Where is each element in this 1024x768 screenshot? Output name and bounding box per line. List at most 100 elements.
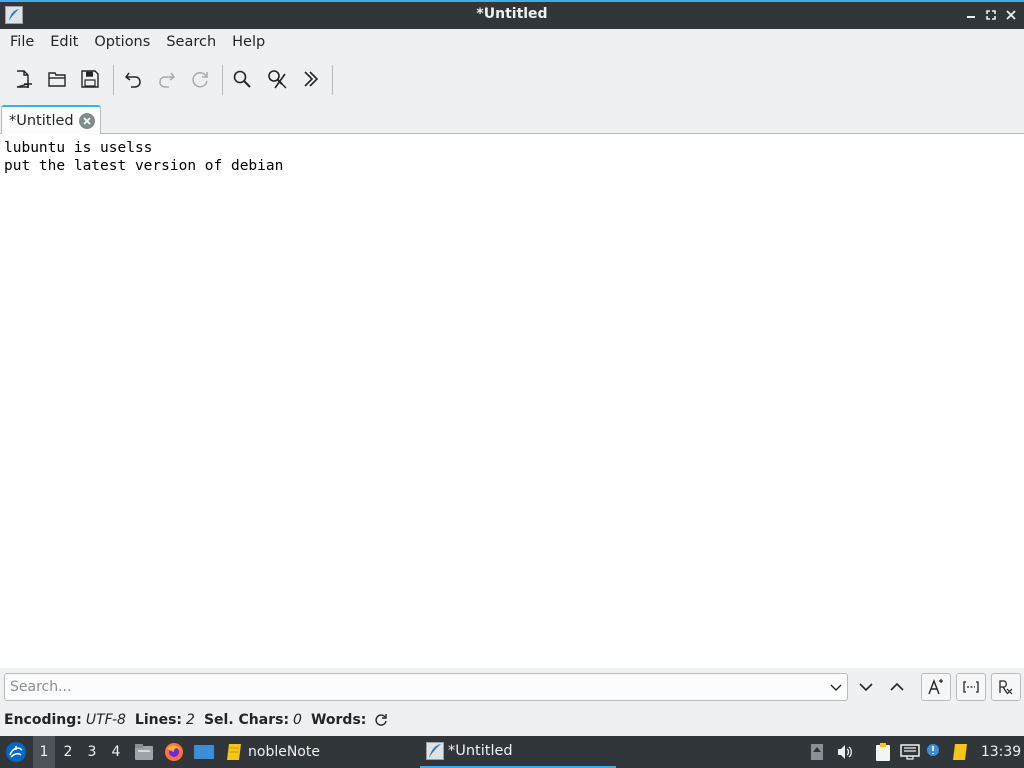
terminal-launcher[interactable]: [191, 736, 217, 768]
status-bar: Encoding: UTF-8 Lines: 2 Sel. Chars: 0 W…: [0, 707, 1024, 733]
taskbar-window-untitled[interactable]: *Untitled: [420, 736, 616, 768]
title-bar[interactable]: *Untitled: [0, 0, 1024, 29]
desktop-3-button[interactable]: 3: [81, 736, 103, 768]
lubuntu-logo-icon: [6, 742, 26, 762]
volume-button[interactable]: [834, 736, 856, 768]
maximize-button[interactable]: [983, 7, 999, 23]
search-bar: [0, 668, 1024, 706]
clock[interactable]: 13:39: [980, 736, 1022, 768]
find-next-button[interactable]: [853, 674, 879, 700]
toolbar-separator: [222, 65, 223, 95]
undo-icon: [124, 72, 141, 88]
clipboard-tray[interactable]: [872, 736, 894, 768]
note-icon: [953, 744, 967, 760]
taskbar-window-label: *Untitled: [448, 743, 513, 759]
noblenote-launcher[interactable]: [224, 736, 246, 768]
note-icon: [227, 744, 241, 760]
toolbar-separator: [332, 65, 333, 95]
toolbar: [0, 57, 1024, 103]
featherpad-app-icon: [426, 742, 444, 760]
network-tray[interactable]: [899, 736, 921, 768]
tray-updates[interactable]: [808, 736, 826, 768]
desktop-1-button[interactable]: 1: [33, 736, 55, 768]
tab-untitled[interactable]: *Untitled: [1, 105, 101, 135]
regex-icon: [999, 680, 1013, 695]
undo-button[interactable]: [118, 64, 148, 94]
menu-help[interactable]: Help: [224, 29, 273, 56]
menu-options[interactable]: Options: [86, 29, 158, 56]
chevron-down-icon[interactable]: [829, 680, 843, 694]
minimize-button[interactable]: [963, 7, 979, 23]
reload-icon: [192, 72, 208, 88]
noblenote-tray[interactable]: [950, 736, 972, 768]
tab-close-button[interactable]: [79, 113, 95, 129]
show-desktop-icon: [194, 745, 214, 759]
clipboard-icon: [876, 743, 890, 761]
minimize-icon: [967, 16, 975, 18]
refresh-icon: [375, 714, 388, 726]
update-icon: [811, 744, 823, 760]
match-case-button[interactable]: [921, 673, 951, 701]
window-title: *Untitled: [476, 6, 548, 22]
firefox-launcher[interactable]: [162, 736, 186, 768]
encoding-value: UTF-8: [85, 712, 126, 728]
desktop-2-button[interactable]: 2: [57, 736, 79, 768]
words-label: Words:: [310, 712, 367, 728]
redo-icon: [159, 72, 176, 88]
menu-bar: File Edit Options Search Help: [0, 29, 1024, 56]
more-chevrons-icon: [304, 71, 319, 87]
save-button[interactable]: [75, 64, 105, 94]
find-previous-button[interactable]: [884, 674, 910, 700]
find-replace-button[interactable]: [262, 64, 292, 94]
file-manager-launcher[interactable]: [132, 736, 156, 768]
whole-word-button[interactable]: [956, 673, 986, 701]
menu-search[interactable]: Search: [158, 29, 224, 56]
sel-chars-value: 0: [293, 712, 302, 728]
new-document-button[interactable]: [8, 64, 38, 94]
match-case-icon: [928, 679, 943, 695]
notification-tray[interactable]: [924, 736, 942, 768]
new-document-icon: [16, 70, 32, 88]
toolbar-separator: [113, 65, 114, 95]
tab-bar: *Untitled: [0, 103, 1024, 135]
find-replace-icon: [268, 70, 287, 89]
open-folder-icon: [48, 72, 66, 87]
search-input[interactable]: [5, 674, 825, 700]
encoding-label: Encoding:: [4, 712, 82, 728]
close-icon: [83, 117, 91, 125]
start-menu-button[interactable]: [3, 736, 29, 768]
file-manager-icon: [135, 744, 153, 760]
close-icon: [1006, 10, 1016, 20]
text-editor-area[interactable]: lubuntu is uselss put the latest version…: [0, 134, 1024, 668]
chevron-down-icon: [859, 683, 873, 692]
maximize-icon: [986, 10, 996, 20]
redo-button[interactable]: [152, 64, 182, 94]
close-button[interactable]: [1003, 7, 1019, 23]
more-tools-button[interactable]: [296, 64, 326, 94]
noblenote-label[interactable]: nobleNote: [248, 736, 320, 768]
search-combo[interactable]: [4, 673, 848, 701]
lines-value: 2: [186, 712, 195, 728]
desktop-4-button[interactable]: 4: [105, 736, 127, 768]
volume-icon: [838, 745, 852, 759]
menu-file[interactable]: File: [2, 29, 42, 56]
network-icon: [900, 744, 920, 760]
chevron-up-icon: [890, 682, 904, 691]
find-icon: [233, 70, 251, 88]
reload-button[interactable]: [185, 64, 215, 94]
word-count-refresh-button[interactable]: [372, 711, 390, 729]
menu-edit[interactable]: Edit: [42, 29, 86, 56]
firefox-icon: [165, 743, 183, 761]
sel-chars-label: Sel. Chars:: [203, 712, 290, 728]
open-file-button[interactable]: [42, 64, 72, 94]
text-editor-window: *Untitled File Edit Options Search Help: [0, 0, 1024, 768]
lines-label: Lines:: [134, 712, 183, 728]
tab-label: *Untitled: [9, 113, 74, 129]
find-button[interactable]: [227, 64, 257, 94]
editor-line: lubuntu is uselss: [4, 140, 153, 156]
editor-line: put the latest version of debian: [4, 158, 284, 174]
whole-word-icon: [963, 681, 979, 693]
taskbar: 1 2 3 4 nobleNote *Untitled 13:39: [0, 736, 1024, 768]
info-icon: [927, 744, 939, 756]
regex-button[interactable]: [991, 673, 1021, 701]
